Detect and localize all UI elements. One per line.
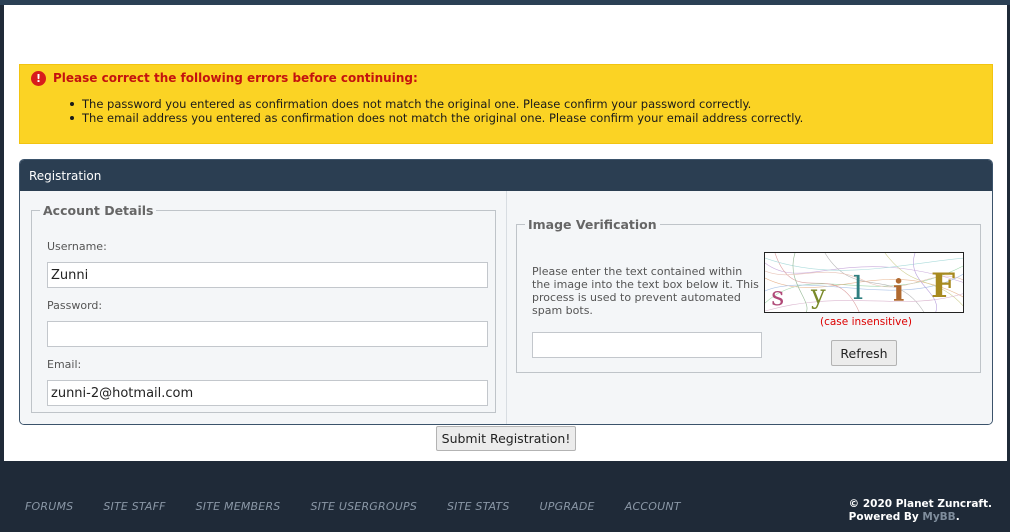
- error-item: The email address you entered as confirm…: [69, 111, 804, 125]
- captcha-input[interactable]: [532, 332, 762, 358]
- footer: FORUMS SITE STAFF SITE MEMBERS SITE USER…: [0, 461, 1010, 532]
- username-label: Username:: [47, 240, 107, 253]
- account-details-legend: Account Details: [43, 203, 154, 218]
- submit-registration-button[interactable]: Submit Registration!: [436, 426, 576, 451]
- svg-text:i: i: [893, 274, 904, 309]
- error-box: ! Please correct the following errors be…: [19, 64, 993, 144]
- svg-text:l: l: [853, 269, 863, 307]
- svg-text:F: F: [931, 266, 955, 306]
- mybb-link[interactable]: MyBB: [922, 511, 955, 523]
- account-column: Account Details Username: Password: Emai…: [20, 191, 507, 424]
- footer-link-site-usergroups[interactable]: SITE USERGROUPS: [310, 500, 417, 513]
- page-content: ! Please correct the following errors be…: [4, 5, 1007, 461]
- footer-nav: FORUMS SITE STAFF SITE MEMBERS SITE USER…: [25, 500, 711, 513]
- refresh-captcha-button[interactable]: Refresh: [831, 340, 897, 366]
- error-list: The password you entered as confirmation…: [69, 97, 804, 125]
- powered-by: Powered By MyBB.: [849, 511, 992, 524]
- svg-text:s: s: [771, 282, 784, 312]
- footer-link-forums[interactable]: FORUMS: [25, 500, 73, 513]
- email-label: Email:: [47, 358, 82, 371]
- exclamation-circle-icon: !: [31, 71, 46, 86]
- registration-header: Registration: [20, 160, 992, 191]
- password-label: Password:: [47, 299, 103, 312]
- email-input[interactable]: [47, 380, 488, 406]
- footer-link-site-staff[interactable]: SITE STAFF: [103, 500, 165, 513]
- registration-panel: Registration Account Details Username: P…: [19, 159, 993, 425]
- powered-by-suffix: .: [955, 511, 960, 523]
- footer-copyright: © 2020 Planet Zuncraft. Powered By MyBB.: [849, 498, 992, 524]
- error-item: The password you entered as confirmation…: [69, 97, 803, 111]
- footer-link-account[interactable]: ACCOUNT: [625, 500, 681, 513]
- password-input[interactable]: [47, 321, 488, 347]
- captcha-image: s y l i F: [764, 252, 964, 313]
- captcha-noise-graphic: s y l i F: [765, 253, 963, 312]
- verification-column: Image Verification Please enter the text…: [507, 191, 992, 424]
- svg-text:y: y: [810, 280, 826, 310]
- footer-link-site-members[interactable]: SITE MEMBERS: [196, 500, 281, 513]
- case-insensitive-note: (case insensitive): [820, 316, 912, 328]
- username-input[interactable]: [47, 262, 488, 288]
- verification-instructions: Please enter the text contained within t…: [532, 265, 759, 317]
- error-title: Please correct the following errors befo…: [53, 71, 418, 85]
- image-verification-legend: Image Verification: [528, 217, 657, 232]
- image-verification-fieldset: Image Verification Please enter the text…: [516, 217, 981, 373]
- footer-link-upgrade[interactable]: UPGRADE: [540, 500, 595, 513]
- footer-link-site-stats[interactable]: SITE STATS: [447, 500, 510, 513]
- copyright-text: © 2020 Planet Zuncraft.: [848, 498, 992, 510]
- powered-by-prefix: Powered By: [848, 511, 923, 523]
- account-details-fieldset: Account Details Username: Password: Emai…: [31, 203, 496, 413]
